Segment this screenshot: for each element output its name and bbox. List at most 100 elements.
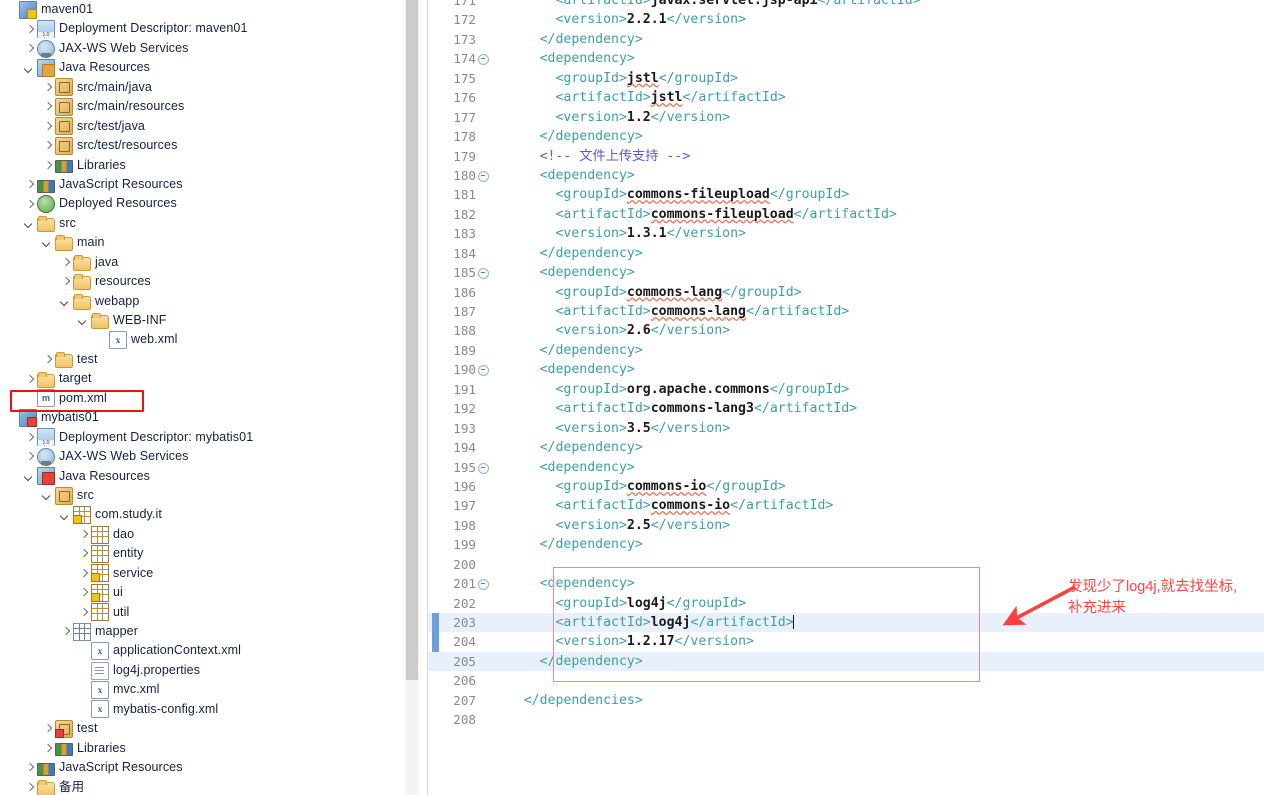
code-line[interactable]: 190 <dependency> <box>428 360 1264 379</box>
fold-collapse-icon[interactable] <box>478 268 489 280</box>
chevron-down-icon[interactable] <box>60 510 71 521</box>
chevron-right-icon[interactable] <box>42 140 53 151</box>
tree-item-javascript-resources[interactable]: JavaScript Resources <box>0 758 405 777</box>
code-line[interactable]: 177 <version>1.2</version> <box>428 108 1264 127</box>
tree-item-ui[interactable]: ui <box>0 583 405 602</box>
fold-collapse-icon[interactable] <box>478 579 489 591</box>
code-line[interactable]: 186 <groupId>commons-lang</groupId> <box>428 283 1264 302</box>
code-line[interactable]: 205 </dependency> <box>428 651 1264 672</box>
code-line[interactable]: 179 <!-- 文件上传支持 --> <box>428 147 1264 166</box>
fold-collapse-icon[interactable] <box>478 170 489 182</box>
tree-item-java-resources[interactable]: Java Resources <box>0 58 405 78</box>
fold-collapse-icon[interactable] <box>478 54 489 66</box>
tree-item-src[interactable]: src <box>0 486 405 505</box>
code-line[interactable]: 200 <box>428 555 1264 574</box>
code-line[interactable]: 183 <version>1.3.1</version> <box>428 224 1264 243</box>
code-line[interactable]: 194 </dependency> <box>428 438 1264 457</box>
code-line[interactable]: 189 </dependency> <box>428 341 1264 360</box>
tree-item-mapper[interactable]: mapper <box>0 622 405 641</box>
tree-item-test[interactable]: test <box>0 350 405 369</box>
chevron-right-icon[interactable] <box>24 199 35 210</box>
tree-item-deployment-descriptor-maven01[interactable]: Deployment Descriptor: maven01 <box>0 19 405 39</box>
package-explorer-tree[interactable]: maven01 Deployment Descriptor: maven01 JAX… <box>0 0 405 795</box>
chevron-right-icon[interactable] <box>42 723 53 734</box>
code-line[interactable]: 208 <box>428 710 1264 729</box>
chevron-right-icon[interactable] <box>24 24 35 35</box>
code-line[interactable]: 175 <groupId>jstl</groupId> <box>428 69 1264 88</box>
tree-item-target[interactable]: target <box>0 369 405 388</box>
code-line[interactable]: 184 </dependency> <box>428 244 1264 263</box>
chevron-right-icon[interactable] <box>60 257 71 268</box>
tree-item-dao[interactable]: dao <box>0 525 405 544</box>
chevron-down-icon[interactable] <box>78 315 89 326</box>
tree-item-mvc-xml[interactable]: mvc.xml <box>0 680 405 700</box>
fold-collapse-icon[interactable] <box>478 365 489 377</box>
tree-item-webapp[interactable]: webapp <box>0 292 405 311</box>
code-line[interactable]: 181 <groupId>commons-fileupload</groupId> <box>428 185 1264 204</box>
code-line[interactable]: 196 <groupId>commons-io</groupId> <box>428 477 1264 496</box>
tree-item-[interactable]: 备用 <box>0 778 405 795</box>
tree-item-applicationcontext-xml[interactable]: applicationContext.xml <box>0 641 405 662</box>
code-line[interactable]: 182 <artifactId>commons-fileupload</artif… <box>428 205 1264 224</box>
tree-item-jax-ws-web-services[interactable]: JAX-WS Web Services <box>0 39 405 58</box>
code-line[interactable]: 178 </dependency> <box>428 127 1264 146</box>
chevron-right-icon[interactable] <box>24 762 35 773</box>
tree-item-java[interactable]: java <box>0 253 405 272</box>
tree-item-java-resources[interactable]: Java Resources <box>0 467 405 486</box>
tree-item-src-test-resources[interactable]: src/test/resources <box>0 136 405 155</box>
chevron-right-icon[interactable] <box>24 432 35 443</box>
tree-item-src-main-java[interactable]: src/main/java <box>0 78 405 97</box>
chevron-right-icon[interactable] <box>24 374 35 385</box>
tree-item-mybatis-config-xml[interactable]: mybatis-config.xml <box>0 700 405 720</box>
code-line[interactable]: 197 <artifactId>commons-io</artifactId> <box>428 496 1264 515</box>
tree-item-src-test-java[interactable]: src/test/java <box>0 117 405 136</box>
chevron-down-icon[interactable] <box>24 63 35 74</box>
chevron-right-icon[interactable] <box>78 607 89 618</box>
code-line[interactable]: 188 <version>2.6</version> <box>428 321 1264 340</box>
code-line[interactable]: 191 <groupId>org.apache.commons</groupId> <box>428 380 1264 399</box>
chevron-down-icon[interactable] <box>42 237 53 248</box>
tree-item-log4j-properties[interactable]: log4j.properties <box>0 661 405 680</box>
code-line[interactable]: 172 <version>2.2.1</version> <box>428 10 1264 29</box>
chevron-right-icon[interactable] <box>42 101 53 112</box>
tree-item-main[interactable]: main <box>0 233 405 252</box>
tree-item-com-study-it[interactable]: com.study.it <box>0 505 405 525</box>
code-line[interactable]: 176 <artifactId>jstl</artifactId> <box>428 88 1264 107</box>
chevron-right-icon[interactable] <box>60 626 71 637</box>
code-line[interactable]: 187 <artifactId>commons-lang</artifactId> <box>428 302 1264 321</box>
code-line[interactable]: 195 <dependency> <box>428 458 1264 477</box>
chevron-right-icon[interactable] <box>42 82 53 93</box>
tree-item-resources[interactable]: resources <box>0 272 405 291</box>
chevron-down-icon[interactable] <box>24 218 35 229</box>
code-line[interactable]: 193 <version>3.5</version> <box>428 419 1264 438</box>
explorer-scrollbar[interactable] <box>405 0 419 795</box>
code-line[interactable]: 185 <dependency> <box>428 263 1264 282</box>
code-line[interactable]: 207 </dependencies> <box>428 691 1264 710</box>
tree-item-util[interactable]: util <box>0 603 405 622</box>
code-line[interactable]: 173 </dependency> <box>428 30 1264 49</box>
chevron-right-icon[interactable] <box>24 179 35 190</box>
chevron-right-icon[interactable] <box>24 451 35 462</box>
pom-xml-source-editor[interactable]: 171 <artifactId>javax.servlet.jsp-api</ar… <box>428 0 1264 795</box>
code-line[interactable]: 171 <artifactId>javax.servlet.jsp-api</ar… <box>428 0 1264 10</box>
code-line[interactable]: 174 <dependency> <box>428 49 1264 68</box>
chevron-right-icon[interactable] <box>78 587 89 598</box>
tree-item-src[interactable]: src <box>0 214 405 233</box>
tree-item-src-main-resources[interactable]: src/main/resources <box>0 97 405 116</box>
tree-item-service[interactable]: service <box>0 564 405 583</box>
tree-item-test[interactable]: test <box>0 719 405 738</box>
tree-item-web-inf[interactable]: WEB-INF <box>0 311 405 330</box>
chevron-right-icon[interactable] <box>42 743 53 754</box>
code-line[interactable]: 192 <artifactId>commons-lang3</artifactId… <box>428 399 1264 418</box>
chevron-down-icon[interactable] <box>60 296 71 307</box>
explorer-scrollbar-thumb[interactable] <box>406 0 418 680</box>
tree-item-web-xml[interactable]: web.xml <box>0 330 405 351</box>
chevron-right-icon[interactable] <box>24 782 35 793</box>
tree-item-libraries[interactable]: Libraries <box>0 156 405 175</box>
code-line[interactable]: 198 <version>2.5</version> <box>428 516 1264 535</box>
tree-item-deployed-resources[interactable]: Deployed Resources <box>0 194 405 214</box>
chevron-right-icon[interactable] <box>42 121 53 132</box>
fold-collapse-icon[interactable] <box>478 462 489 474</box>
code-line[interactable]: 180 <dependency> <box>428 166 1264 185</box>
chevron-right-icon[interactable] <box>42 160 53 171</box>
